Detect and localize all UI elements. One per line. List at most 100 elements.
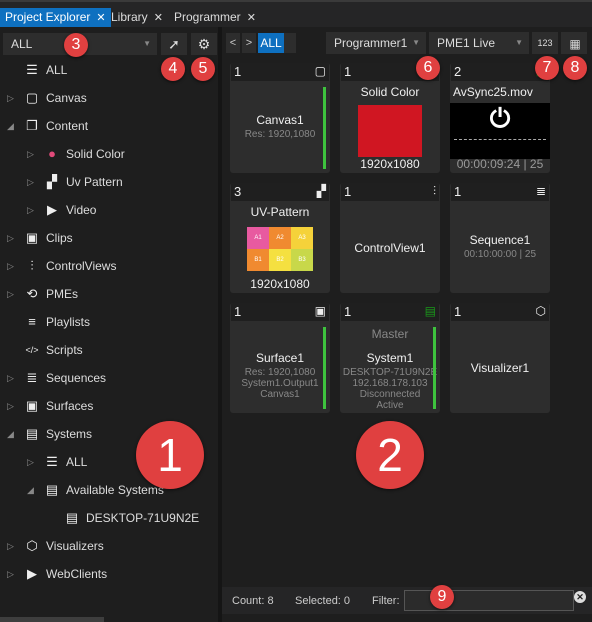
cursor-icon: ➚ (168, 36, 180, 52)
tree-item[interactable]: ▷ ▞ Uv Pattern (0, 171, 218, 193)
grid-view-button[interactable]: ▦ (561, 32, 587, 54)
all-breadcrumb[interactable]: ALL (258, 33, 284, 53)
horizontal-scrollbar[interactable] (0, 617, 104, 622)
prev-button[interactable]: < (226, 33, 240, 53)
content-tile[interactable]: 3 ▞ UV-Pattern A1 A2 A3 B1 B2 B3 1920x1080 (230, 183, 330, 293)
color-icon: ● (48, 146, 56, 161)
tab-programmer[interactable]: Programmer ✕ (169, 8, 261, 27)
grid-icon: ▦ (569, 37, 580, 51)
content-tile[interactable]: 1 ⫶ ControlView1 (340, 183, 440, 293)
tree-item[interactable]: ▷ ▣ Clips (0, 227, 218, 249)
tree-item-label: DESKTOP-71U9N2E (86, 511, 200, 525)
tree-item[interactable]: ◢ ❐ Content (0, 115, 218, 137)
programmer-dropdown[interactable]: Programmer1 ▼ (326, 32, 426, 54)
tile-count: 1 (344, 64, 352, 79)
tree-item[interactable]: </> Scripts (0, 339, 218, 361)
annotation-badge: 8 (563, 56, 587, 80)
tile-detail: 00:10:00:00 | 25 (463, 249, 537, 260)
uv-cell: B3 (291, 249, 313, 271)
expand-arrow-icon[interactable]: ▷ (7, 227, 17, 249)
tree-item[interactable]: ▷ ▶ Video (0, 199, 218, 221)
clear-filter-icon[interactable]: ✕ (574, 591, 586, 603)
tile-count: 1 (234, 64, 242, 79)
tile-title: System1 (366, 351, 414, 365)
tree-item-label: ControlViews (46, 259, 117, 273)
select-tool-button[interactable]: ➚ (161, 33, 187, 55)
collapse-arrow-icon[interactable]: ◢ (7, 423, 17, 445)
collapse-arrow-icon[interactable]: ◢ (7, 115, 17, 137)
close-icon[interactable]: ✕ (154, 12, 163, 24)
tile-detail: Canvas1 (260, 389, 300, 400)
tree-item[interactable]: ▷ ≣ Sequences (0, 367, 218, 389)
selected-label: Selected: 0 (295, 595, 351, 607)
tree-item[interactable]: ▷ ▣ Surfaces (0, 395, 218, 417)
dropdown-value: ALL (11, 37, 33, 51)
tree-item[interactable]: ▷ ▢ Canvas (0, 87, 218, 109)
tab-project-explorer[interactable]: Project Explorer ✕ (0, 8, 111, 27)
show-numbers-button[interactable]: 123 (532, 32, 558, 54)
content-tile[interactable]: 1 ≣ Sequence1 00:10:00:00 | 25 (450, 183, 550, 293)
tree-item-label: Content (46, 119, 89, 133)
tree-item[interactable]: ▤ DESKTOP-71U9N2E (0, 507, 218, 529)
collapse-arrow-icon[interactable]: ◢ (27, 479, 37, 501)
uv-cell: A3 (291, 227, 313, 249)
tree-item[interactable]: ▷ ⬡ Visualizers (0, 535, 218, 557)
tab-label: Project Explorer (5, 10, 91, 24)
tree-item[interactable]: ☰ ALL (0, 59, 218, 81)
uv-cell: B2 (269, 249, 291, 271)
active-indicator (433, 327, 436, 409)
expand-arrow-icon[interactable]: ▷ (7, 283, 17, 305)
tile-count: 1 (344, 304, 352, 319)
expand-arrow-icon[interactable]: ▷ (7, 535, 17, 557)
annotation-badge: 7 (535, 56, 559, 80)
uv-pattern-preview: A1 A2 A3 B1 B2 B3 (247, 227, 313, 271)
pme-dropdown[interactable]: PME1 Live ▼ (429, 32, 529, 54)
expand-arrow-icon[interactable]: ▷ (7, 367, 17, 389)
tile-header: 1 ≣ (451, 183, 549, 201)
tree-item[interactable]: ▷ ▶ WebClients (0, 563, 218, 585)
tree-item-label: WebClients (46, 567, 108, 581)
tile-header: 1 ▤ (341, 303, 439, 321)
surface-icon: ▣ (25, 398, 39, 413)
content-tile[interactable]: 1 ▤ Master System1 DESKTOP-71U9N2E 192.168.17… (340, 303, 440, 413)
tree-item-label: Video (66, 203, 97, 217)
close-icon[interactable]: ✕ (96, 12, 105, 24)
expand-arrow-icon[interactable]: ▷ (27, 199, 37, 221)
tree-item-label: Uv Pattern (66, 175, 123, 189)
expand-arrow-icon[interactable]: ▷ (7, 563, 17, 585)
tile-detail: Disconnected (359, 389, 421, 400)
expand-arrow-icon[interactable]: ▷ (27, 143, 37, 165)
expand-arrow-icon[interactable]: ▷ (27, 171, 37, 193)
expand-arrow-icon[interactable]: ▷ (7, 395, 17, 417)
content-tile[interactable]: 1 ⬡ Visualizer1 (450, 303, 550, 413)
settings-button[interactable]: ⚙ (191, 33, 217, 55)
surface-icon: ▣ (314, 304, 326, 318)
checker-icon: ▞ (316, 184, 326, 198)
filter-label: Filter: (372, 595, 400, 607)
expand-arrow-icon[interactable]: ▷ (7, 255, 17, 277)
tree-item[interactable]: ▷ ● Solid Color (0, 143, 218, 165)
expand-arrow-icon[interactable]: ▷ (7, 87, 17, 109)
tile-header: 1 ⫶ (341, 183, 439, 201)
tile-header: 1 ▢ (231, 63, 329, 81)
tree-item[interactable]: ≡ Playlists (0, 311, 218, 333)
content-tile[interactable]: 1 ▣ Surface1 Res: 1920,1080 System1.Output1 C… (230, 303, 330, 413)
tree-item[interactable]: ▷ ⫶ ControlViews (0, 255, 218, 277)
count-label: Count: 8 (232, 595, 274, 607)
tree-item-label: ALL (46, 63, 68, 77)
expand-arrow-icon[interactable]: ▷ (27, 451, 37, 473)
content-tile[interactable]: 1 ▢ Canvas1 Res: 1920,1080 (230, 63, 330, 173)
uv-cell: A2 (269, 227, 291, 249)
chevron-down-icon: ▼ (515, 38, 523, 47)
chevron-down-icon: ▼ (143, 39, 151, 48)
tree-item[interactable]: ▷ ⟲ PMEs (0, 283, 218, 305)
status-bar: Count: 8 Selected: 0 Filter: ✕ (222, 587, 592, 614)
tile-title: Visualizer1 (470, 361, 530, 375)
tile-header: 1 ⬡ (451, 303, 549, 321)
tab-label: Programmer (174, 10, 241, 24)
tree-item-label: Visualizers (46, 539, 104, 553)
tab-library[interactable]: Library ✕ (106, 8, 168, 27)
close-icon[interactable]: ✕ (247, 12, 256, 24)
next-button[interactable]: > (242, 33, 256, 53)
content-tile[interactable]: 2▶AvSync25.mov⏻00:00:09:24 | 25 (450, 63, 550, 173)
